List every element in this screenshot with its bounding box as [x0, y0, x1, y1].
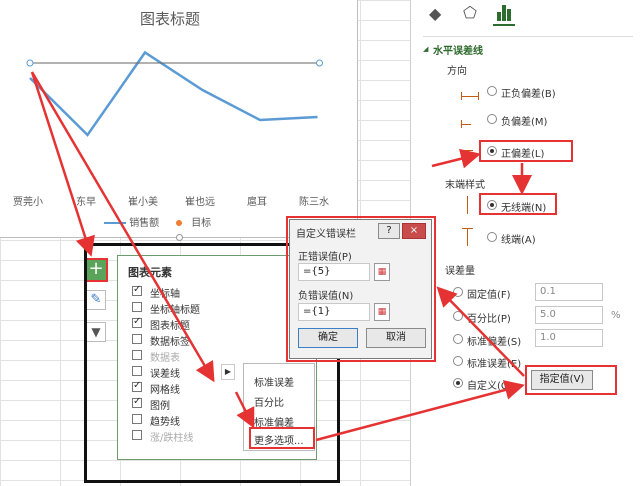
target-point[interactable]: [26, 59, 34, 67]
section-title[interactable]: 水平误差线: [433, 42, 483, 57]
panel-title: 图表元素: [128, 266, 172, 279]
element-checkbox[interactable]: [132, 302, 142, 312]
radio-stddev[interactable]: [453, 334, 463, 344]
element-label[interactable]: 坐标轴: [150, 285, 180, 300]
element-checkbox[interactable]: [132, 284, 142, 296]
radio-fixed[interactable]: [453, 287, 463, 297]
element-checkbox[interactable]: [132, 350, 142, 360]
legend-series-1: 销售额: [104, 214, 159, 229]
radio-percent[interactable]: [453, 311, 463, 321]
x-tick-label: 扈耳: [247, 197, 267, 208]
stddev-input[interactable]: 1.0: [535, 329, 603, 347]
divider: [423, 36, 633, 37]
element-label[interactable]: 图表标题: [150, 317, 190, 332]
radio-percent-label[interactable]: 百分比(P): [467, 310, 511, 325]
radio-cap[interactable]: [487, 232, 497, 242]
element-label[interactable]: 趋势线: [150, 413, 180, 428]
percent-unit: %: [611, 310, 621, 321]
element-checkbox[interactable]: [132, 316, 142, 328]
series-line-sales[interactable]: [29, 50, 318, 137]
element-label[interactable]: 数据标签: [150, 333, 190, 348]
plus-icon: [461, 150, 473, 151]
submenu-arrow[interactable]: ▶: [221, 364, 235, 380]
element-label[interactable]: 涨/跌柱线: [150, 429, 193, 444]
no-cap-icon: [467, 196, 468, 214]
collapse-triangle-icon[interactable]: ◢: [423, 45, 428, 53]
highlight-more-options: [249, 427, 315, 449]
element-checkbox[interactable]: [132, 366, 142, 376]
end-style-label: 末端样式: [445, 180, 485, 191]
fill-bucket-icon[interactable]: ◆: [429, 4, 441, 23]
minus-icon: [461, 124, 471, 125]
element-checkbox[interactable]: [132, 414, 142, 424]
radio-custom[interactable]: [453, 378, 463, 388]
radio-stddev-label[interactable]: 标准偏差(S): [467, 333, 521, 348]
chart-area[interactable]: 图表标题 贾莞小 东早 崔小美 崔也远 扈耳 陈三水 销售额 目标: [0, 0, 358, 241]
x-tick-label: 崔小美: [128, 197, 158, 208]
format-pane: ◆ ⬠ 水平误差线 ◢ 方向 正负偏差(B) 负偏差(M) 正偏差(L) 末端样…: [410, 0, 640, 486]
resize-handle[interactable]: [176, 234, 183, 241]
highlight-dialog: [286, 216, 436, 362]
element-label[interactable]: 数据表: [150, 349, 180, 364]
x-tick-label: 陈三水: [299, 197, 329, 208]
element-label[interactable]: 图例: [150, 397, 170, 412]
element-checkbox[interactable]: [132, 334, 142, 344]
x-tick-label: 东早: [76, 197, 96, 208]
x-tick-label: 崔也远: [185, 197, 215, 208]
radio-minus-label[interactable]: 负偏差(M): [501, 113, 547, 128]
legend-series-2: 目标: [176, 214, 211, 229]
element-checkbox[interactable]: [132, 396, 142, 408]
radio-stderr-label[interactable]: 标准误差(E): [467, 355, 521, 370]
radio-fixed-label[interactable]: 固定值(F): [467, 286, 511, 301]
submenu-item-percent[interactable]: 百分比: [254, 394, 284, 409]
element-label[interactable]: 网格线: [150, 381, 180, 396]
x-tick-label: 贾莞小: [13, 197, 43, 208]
element-checkbox[interactable]: [132, 430, 142, 440]
legend-line-icon: [104, 222, 126, 224]
cap-icon: [467, 228, 468, 246]
submenu-item-stderr[interactable]: 标准误差: [254, 374, 294, 389]
highlight-specify: [525, 365, 617, 395]
highlight-no-cap: [479, 193, 557, 215]
fixed-value-input[interactable]: 0.1: [535, 283, 603, 301]
radio-cap-label[interactable]: 线端(A): [501, 231, 536, 246]
highlight-plus: [479, 140, 573, 162]
radio-both-label[interactable]: 正负偏差(B): [501, 85, 556, 100]
radio-minus[interactable]: [487, 114, 497, 124]
element-label[interactable]: 坐标轴标题: [150, 301, 200, 316]
pentagon-effects-icon[interactable]: ⬠: [463, 3, 477, 22]
element-label[interactable]: 误差线: [150, 365, 180, 380]
radio-stderr[interactable]: [453, 356, 463, 366]
active-tab-indicator: [493, 24, 515, 26]
element-checkbox[interactable]: [132, 380, 142, 392]
radio-custom-label[interactable]: 自定义(C): [467, 377, 512, 392]
plus-minus-icon: [461, 96, 479, 97]
radio-both[interactable]: [487, 86, 497, 96]
error-amount-label: 误差量: [445, 266, 475, 277]
percent-input[interactable]: 5.0: [535, 306, 603, 324]
bar-chart-options-icon[interactable]: [497, 4, 511, 21]
legend-dot-icon: [176, 220, 182, 226]
direction-label: 方向: [447, 66, 467, 77]
target-point[interactable]: [316, 59, 323, 67]
